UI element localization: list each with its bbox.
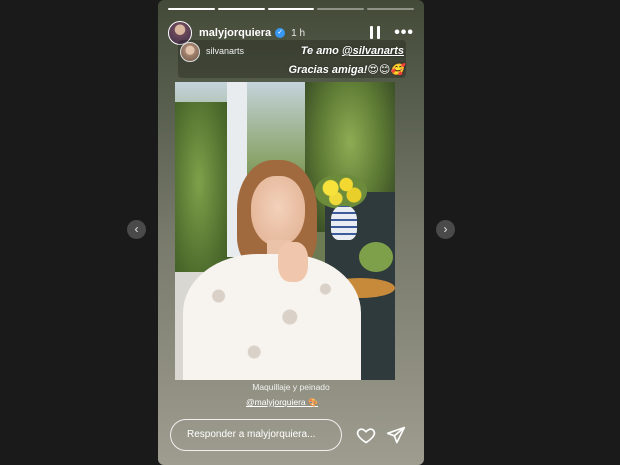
- lace-dress: [183, 254, 361, 380]
- timestamp: 1 h: [291, 27, 306, 39]
- credit-text: Maquillaje y peinado: [252, 382, 330, 392]
- caption-text: Te amo: [300, 45, 342, 57]
- progress-segment: [367, 8, 414, 10]
- pause-button[interactable]: [370, 26, 380, 39]
- story-viewer: malyjorquiera ✓ 1 h ••• silvanarts Te am…: [158, 0, 424, 465]
- verified-badge-icon: ✓: [275, 28, 286, 38]
- chevron-left-icon: ‹: [134, 222, 139, 236]
- pause-icon: [370, 26, 373, 39]
- progress-segment: [317, 8, 365, 10]
- progress-segment: [267, 8, 315, 10]
- paper-plane-icon: [386, 426, 406, 444]
- next-story-button[interactable]: ›: [436, 220, 455, 239]
- palette-emoji: 🎨: [308, 398, 318, 407]
- credit-mention[interactable]: @malyjorquiera 🎨: [246, 397, 318, 407]
- caption-line-2: Gracias amiga!😍😊🥰: [288, 64, 404, 76]
- share-button[interactable]: [386, 425, 406, 445]
- mention-tag[interactable]: @silvanarts: [342, 45, 404, 57]
- chevron-right-icon: ›: [443, 222, 448, 236]
- mention-username: silvanarts: [206, 46, 245, 56]
- like-button[interactable]: [356, 425, 376, 445]
- heart-icon: [356, 428, 376, 444]
- more-icon: •••: [394, 24, 414, 41]
- caption-line-1: Te amo @silvanarts: [301, 45, 404, 57]
- story-photo: [175, 82, 395, 380]
- progress-bar: [168, 8, 414, 10]
- previous-story-button[interactable]: ‹: [127, 220, 146, 239]
- reply-input[interactable]: Responder a malyjorquiera...: [170, 419, 342, 451]
- username[interactable]: malyjorquiera: [199, 27, 271, 39]
- vase: [331, 206, 357, 240]
- yellow-flowers: [315, 174, 367, 209]
- progress-segment: [217, 8, 265, 10]
- mention-avatar: [180, 42, 200, 62]
- woman-face: [251, 176, 305, 246]
- progress-segment: [168, 8, 215, 10]
